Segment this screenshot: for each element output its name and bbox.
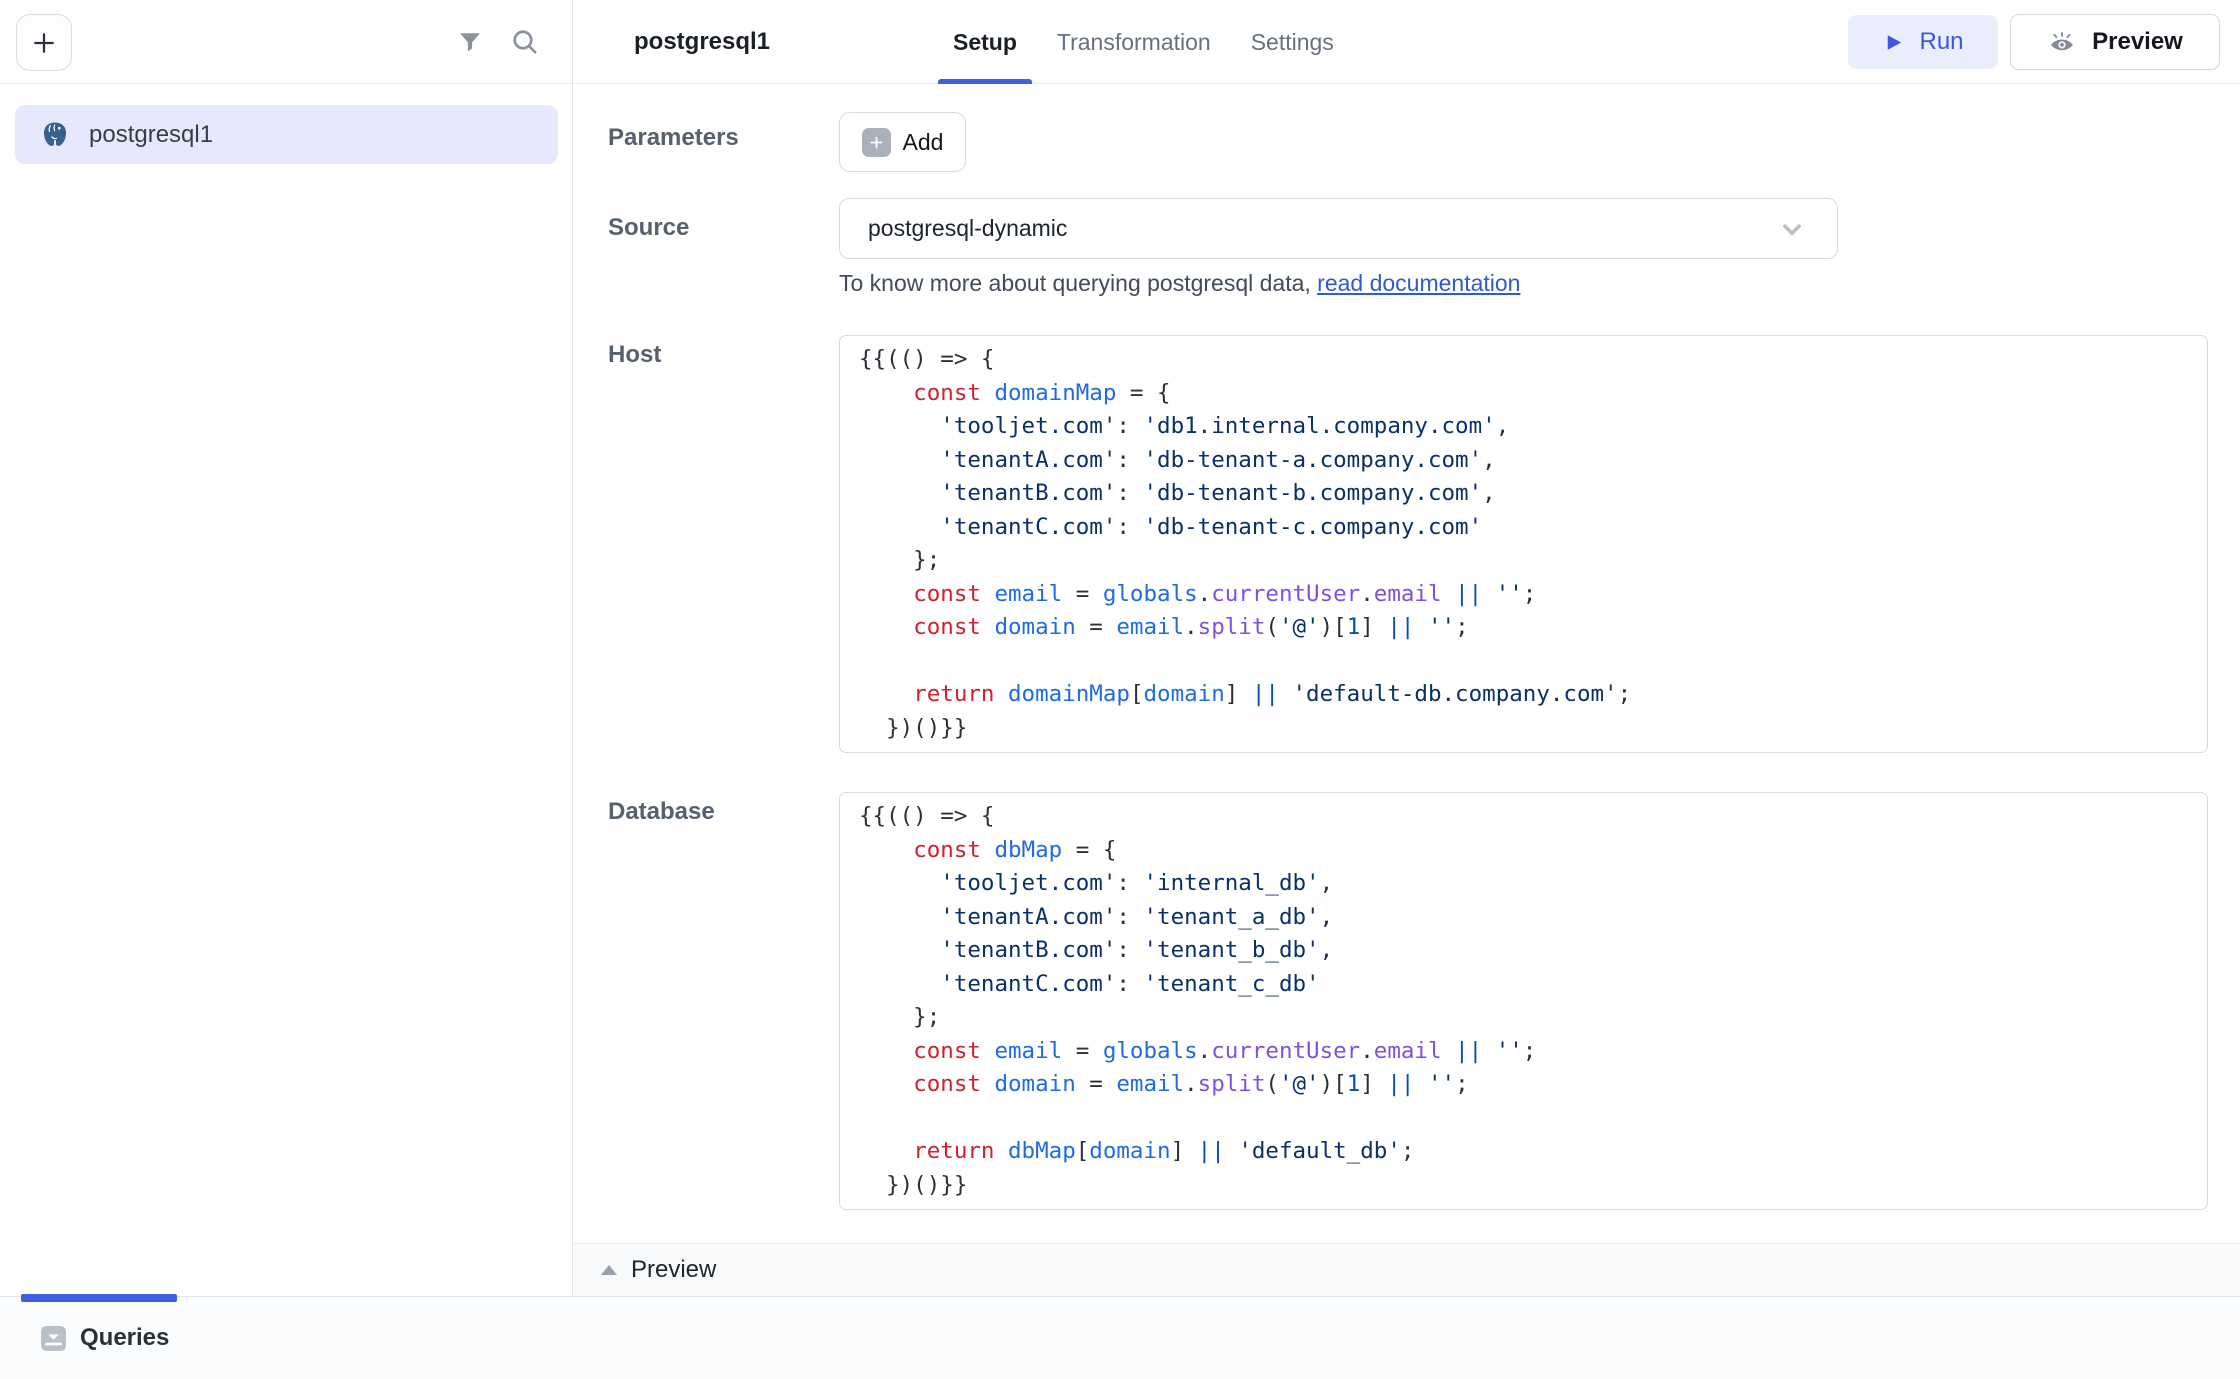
plus-badge-icon xyxy=(862,128,891,157)
postgresql-icon xyxy=(40,120,70,150)
code-line: }; xyxy=(859,1001,2207,1035)
code-line xyxy=(859,1102,2207,1136)
tab-settings[interactable]: Settings xyxy=(1251,0,1334,84)
code-line: return domainMap[domain] || 'default-db.… xyxy=(859,678,2207,712)
query-header: postgresql1 SetupTransformationSettings … xyxy=(574,0,2240,84)
filter-icon[interactable] xyxy=(446,0,494,84)
code-line: })()}} xyxy=(859,712,2207,746)
preview-button[interactable]: Preview xyxy=(2010,14,2220,70)
code-line: 'tenantA.com': 'db-tenant-a.company.com'… xyxy=(859,444,2207,478)
tab-setup[interactable]: Setup xyxy=(953,0,1017,84)
source-label: Source xyxy=(608,214,689,242)
search-icon[interactable] xyxy=(501,0,549,84)
plus-icon xyxy=(29,28,59,58)
parameters-label: Parameters xyxy=(608,124,739,152)
code-line: 'tooljet.com': 'internal_db', xyxy=(859,867,2207,901)
database-code-editor[interactable]: {{(() => { const dbMap = { 'tooljet.com'… xyxy=(839,792,2208,1210)
header-actions: Run Preview xyxy=(1848,0,2220,84)
sidebar-item-postgresql1[interactable]: postgresql1 xyxy=(15,105,558,164)
query-editor-panel: postgresql1 SetupTransformationSettings … xyxy=(574,0,2240,1296)
code-line: const domainMap = { xyxy=(859,377,2207,411)
sidebar-toolbar xyxy=(0,0,572,84)
code-line: })()}} xyxy=(859,1169,2207,1203)
collapse-triangle-icon xyxy=(601,1265,617,1275)
code-line: }; xyxy=(859,544,2207,578)
code-line: const email = globals.currentUser.email … xyxy=(859,578,2207,612)
code-line: return dbMap[domain] || 'default_db'; xyxy=(859,1135,2207,1169)
code-line: const domain = email.split('@')[1] || ''… xyxy=(859,611,2207,645)
queries-panel-icon xyxy=(40,1325,67,1352)
run-button[interactable]: Run xyxy=(1848,15,1998,69)
database-label: Database xyxy=(608,798,715,826)
code-line: 'tenantC.com': 'db-tenant-c.company.com' xyxy=(859,511,2207,545)
add-parameter-button[interactable]: Add xyxy=(839,112,966,172)
code-line: {{(() => { xyxy=(859,343,2207,377)
code-line: const domain = email.split('@')[1] || ''… xyxy=(859,1068,2207,1102)
source-select[interactable]: postgresql-dynamic xyxy=(839,198,1838,259)
preview-section-toggle[interactable]: Preview xyxy=(574,1243,2240,1296)
code-line: 'tenantC.com': 'tenant_c_db' xyxy=(859,968,2207,1002)
tab-transformation[interactable]: Transformation xyxy=(1057,0,1211,84)
queries-tab-label: Queries xyxy=(80,1324,169,1352)
source-helper-text: To know more about querying postgresql d… xyxy=(839,270,1520,297)
host-label: Host xyxy=(608,341,661,369)
code-line xyxy=(859,645,2207,679)
code-line: const email = globals.currentUser.email … xyxy=(859,1035,2207,1069)
preview-section-label: Preview xyxy=(631,1256,716,1284)
query-list-sidebar: postgresql1 xyxy=(0,0,573,1296)
code-line: 'tenantB.com': 'tenant_b_db', xyxy=(859,934,2207,968)
source-select-value: postgresql-dynamic xyxy=(868,215,1775,242)
read-documentation-link[interactable]: read documentation xyxy=(1317,270,1520,296)
code-line: const dbMap = { xyxy=(859,834,2207,868)
bottom-panel-bar: Queries xyxy=(0,1296,2240,1378)
queries-panel-tab[interactable]: Queries xyxy=(40,1297,169,1379)
editor-tabs: Setup Transformation Settings xyxy=(953,0,1334,84)
query-title: postgresql1 xyxy=(634,0,770,84)
code-line: 'tenantB.com': 'db-tenant-b.company.com'… xyxy=(859,477,2207,511)
eye-icon xyxy=(2047,27,2077,57)
sidebar-item-label: postgresql1 xyxy=(89,121,213,149)
add-query-button[interactable] xyxy=(16,14,72,71)
code-line: 'tooljet.com': 'db1.internal.company.com… xyxy=(859,410,2207,444)
chevron-down-icon xyxy=(1775,212,1809,246)
code-line: {{(() => { xyxy=(859,800,2207,834)
host-code-editor[interactable]: {{(() => { const domainMap = { 'tooljet.… xyxy=(839,335,2208,753)
play-icon xyxy=(1882,31,1905,54)
code-line: 'tenantA.com': 'tenant_a_db', xyxy=(859,901,2207,935)
